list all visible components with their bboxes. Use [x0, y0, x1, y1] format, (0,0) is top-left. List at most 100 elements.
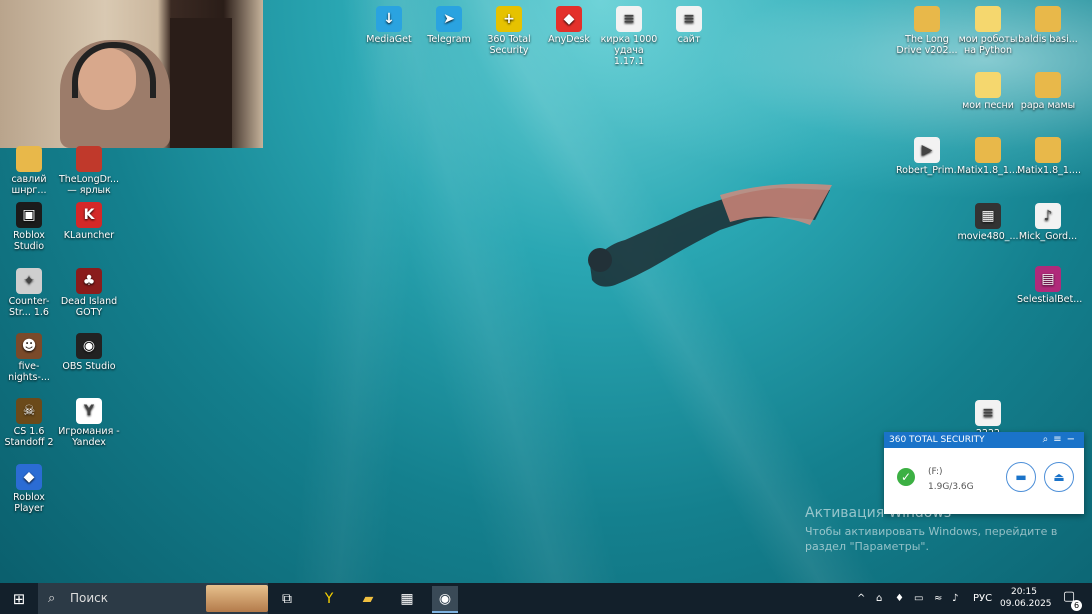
long-drive-icon: [76, 146, 102, 172]
desktop-icon-label: TheLongDr... — ярлык: [58, 174, 120, 196]
desktop-icon-label: Matix1.8_1....: [1017, 165, 1081, 176]
desktop-icon-label: Mick_Gord...: [1018, 231, 1078, 242]
desktop-icon[interactable]: ✦ Counter-Str... 1.6: [0, 268, 60, 318]
desktop-icon-label: Telegram: [427, 34, 471, 45]
desktop-icon[interactable]: мои роботы на Python: [957, 6, 1019, 56]
search-icon[interactable]: ⌕: [1043, 434, 1054, 445]
language-indicator[interactable]: РУС: [973, 583, 992, 614]
desktop-icon[interactable]: ▦ movie480_...: [957, 203, 1019, 242]
desktop-icon[interactable]: The Long Drive v202...: [896, 6, 958, 56]
activation-line2: раздел "Параметры".: [805, 540, 929, 553]
desktop-icon[interactable]: ◆ Roblox Player: [0, 464, 60, 514]
eject-button[interactable]: ⏏: [1044, 462, 1074, 492]
video-file-icon: ▶: [914, 137, 940, 163]
menu-icon[interactable]: ≡: [1053, 434, 1066, 445]
winrar-icon: ▤: [1035, 266, 1061, 292]
taskbar-file-explorer[interactable]: ▰: [355, 586, 381, 611]
desktop-icon[interactable]: ≡ кирка 1000 удача 1.17.1: [598, 6, 660, 67]
folder-zip-icon: [1035, 6, 1061, 32]
volume-icon[interactable]: ♪: [952, 583, 958, 614]
show-hidden-icons[interactable]: ^: [857, 583, 865, 614]
notification-button[interactable]: ▢ 6: [1058, 589, 1082, 611]
roblox-player-icon: ◆: [16, 464, 42, 490]
desktop-icon[interactable]: ≡ сайт: [658, 6, 720, 45]
desktop-icon[interactable]: Y Игромания - Yandex: [58, 398, 120, 448]
desktop-icon[interactable]: ◆ AnyDesk: [538, 6, 600, 45]
wifi-icon[interactable]: ≈: [934, 583, 942, 614]
desktop-icon-label: OBS Studio: [62, 361, 116, 372]
desktop-icon-label: сайт: [677, 34, 701, 45]
desktop-icon-label: мои роботы на Python: [958, 34, 1018, 56]
task-view-button[interactable]: ⧉: [274, 586, 300, 611]
desktop-icon[interactable]: ▶ Robert_Prim...: [896, 137, 963, 176]
desktop-icon-label: 360 Total Security: [487, 34, 531, 56]
desktop-icon-label: Dead Island GOTY: [60, 296, 118, 318]
desktop-icon[interactable]: ▣ Roblox Studio: [0, 202, 60, 252]
webcam-overlay: [0, 0, 263, 148]
desktop-icon[interactable]: мои песни: [957, 72, 1019, 111]
desktop-icon-label: Игромания - Yandex: [58, 426, 120, 448]
desktop-icon-label: мои песни: [962, 100, 1014, 111]
text-file-icon: ≡: [616, 6, 642, 32]
desktop-icon[interactable]: савлий шнрг...: [0, 146, 60, 196]
folder-icon: [1035, 72, 1061, 98]
clock[interactable]: 20:15 09.06.2025: [1000, 586, 1052, 610]
standoff-icon: ☠: [16, 398, 42, 424]
minimize-icon[interactable]: −: [1067, 434, 1080, 445]
desktop-icon[interactable]: ➤ Telegram: [418, 6, 480, 45]
desktop-icon[interactable]: +360 Total Security: [478, 6, 540, 56]
desktop-icon[interactable]: ◉ OBS Studio: [58, 333, 120, 372]
desktop-icon[interactable]: K KLauncher: [58, 202, 120, 241]
folder-icon: [16, 146, 42, 172]
search-placeholder: Поиск: [70, 591, 109, 605]
desktop-icon[interactable]: ♣ Dead Island GOTY: [58, 268, 120, 318]
open-folder-button[interactable]: ▬: [1006, 462, 1036, 492]
roblox-studio-icon: ▣: [16, 202, 42, 228]
desktop-icon-label: movie480_...: [957, 231, 1019, 242]
desktop-icon-label: савлий шнрг...: [11, 174, 47, 196]
desktop-icon-label: MediaGet: [366, 34, 412, 45]
search-icon: ⌕: [48, 591, 56, 606]
power-icon[interactable]: ▭: [914, 583, 923, 614]
desktop-icon[interactable]: ☻ five-nights-...: [0, 333, 60, 383]
fnaf-icon: ☻: [16, 333, 42, 359]
desktop-icon-label: five-nights-...: [8, 361, 50, 383]
desktop-icon[interactable]: ♪ Mick_Gord...: [1017, 203, 1079, 242]
desktop-icon[interactable]: baldis basi...: [1017, 6, 1079, 45]
windows-icon: ⊞: [12, 589, 26, 608]
folder-zip-icon: [1035, 137, 1061, 163]
desktop-icon-label: The Long Drive v202...: [896, 34, 958, 56]
folder-icon: ▬: [1015, 470, 1027, 484]
obs-icon: ◉: [438, 590, 452, 607]
text-file-icon: ≡: [975, 400, 1001, 426]
taskbar-obs[interactable]: ◉: [432, 586, 458, 613]
desktop-icon[interactable]: papa мамы: [1017, 72, 1079, 111]
desktop-icon[interactable]: ↓ MediaGet: [358, 6, 420, 45]
yandex-browser-icon: Y: [324, 590, 334, 607]
desktop-icon[interactable]: TheLongDr... — ярлык: [58, 146, 120, 196]
activation-line1: Чтобы активировать Windows, перейдите в: [805, 525, 1058, 538]
taskbar-store[interactable]: ▦: [394, 586, 420, 611]
desktop-icon[interactable]: ▤ SelestialBet...: [1017, 266, 1082, 305]
desktop-icon[interactable]: Matix1.8_1....: [1017, 137, 1081, 176]
taskbar: ⊞ ⌕ Поиск ⧉ Y ▰ ▦ ◉ ^ ⌂ ♦ ▭ ≈ ♪ РУС 20:1…: [0, 583, 1092, 614]
search-box[interactable]: ⌕ Поиск: [38, 583, 268, 614]
start-button[interactable]: ⊞: [0, 583, 38, 614]
desktop-icon-label: papa мамы: [1020, 100, 1076, 111]
drive-name: (F:): [928, 467, 943, 477]
desktop-icon[interactable]: ☠ CS 1.6 Standoff 2: [0, 398, 60, 448]
taskbar-yandex-browser[interactable]: Y: [316, 586, 342, 611]
activation-watermark: Активация Windows Чтобы активировать Win…: [805, 505, 1057, 554]
desktop-icon[interactable]: Matix1.8_1....: [957, 137, 1021, 176]
desktop-icon-label: Matix1.8_1....: [957, 165, 1021, 176]
long-drive-folder-icon: [914, 6, 940, 32]
security-popup[interactable]: 360 TOTAL SECURITY ⌕≡− ✓ (F:) 1.9G/3.6G …: [884, 432, 1084, 514]
desktop-icon-label: Roblox Player: [13, 492, 45, 514]
counter-strike-icon: ✦: [16, 268, 42, 294]
desktop-icon-label: CS 1.6 Standoff 2: [4, 426, 54, 448]
camera-icon[interactable]: ⌂: [876, 583, 882, 614]
desktop-icon-label: Roblox Studio: [13, 230, 45, 252]
popup-header: 360 TOTAL SECURITY ⌕≡−: [884, 432, 1084, 448]
clock-date: 09.06.2025: [1000, 599, 1052, 609]
microphone-icon[interactable]: ♦: [895, 583, 904, 614]
